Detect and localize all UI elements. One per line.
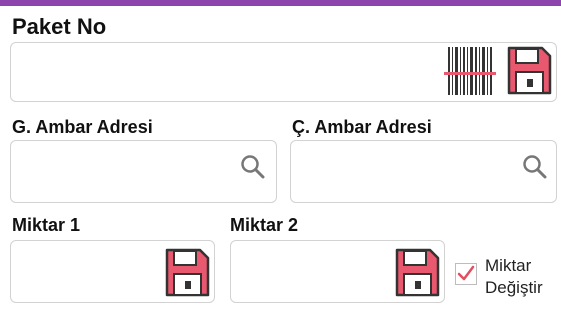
magnifier-icon[interactable] xyxy=(240,154,266,180)
barcode-scan-icon[interactable] xyxy=(444,45,500,97)
source-warehouse-address-input[interactable] xyxy=(10,140,277,203)
floppy-disk-icon[interactable] xyxy=(394,248,440,298)
floppy-disk-icon[interactable] xyxy=(506,46,552,96)
change-quantity-label-line2: Değiştir xyxy=(485,278,543,297)
change-quantity-label-line1: Miktar xyxy=(485,256,532,275)
accent-top-bar xyxy=(0,0,561,6)
target-warehouse-address-input[interactable] xyxy=(290,140,557,203)
check-mark-icon xyxy=(457,265,475,281)
magnifier-icon[interactable] xyxy=(522,154,548,180)
quantity-1-label: Miktar 1 xyxy=(12,215,81,235)
package-number-label: Paket No xyxy=(12,14,107,39)
floppy-disk-icon[interactable] xyxy=(164,248,210,298)
source-warehouse-address-label: G. Ambar Adresi xyxy=(12,117,153,137)
target-warehouse-address-label: Ç. Ambar Adresi xyxy=(292,117,432,137)
quantity-2-label: Miktar 2 xyxy=(230,215,299,235)
change-quantity-checkbox[interactable] xyxy=(455,263,477,285)
